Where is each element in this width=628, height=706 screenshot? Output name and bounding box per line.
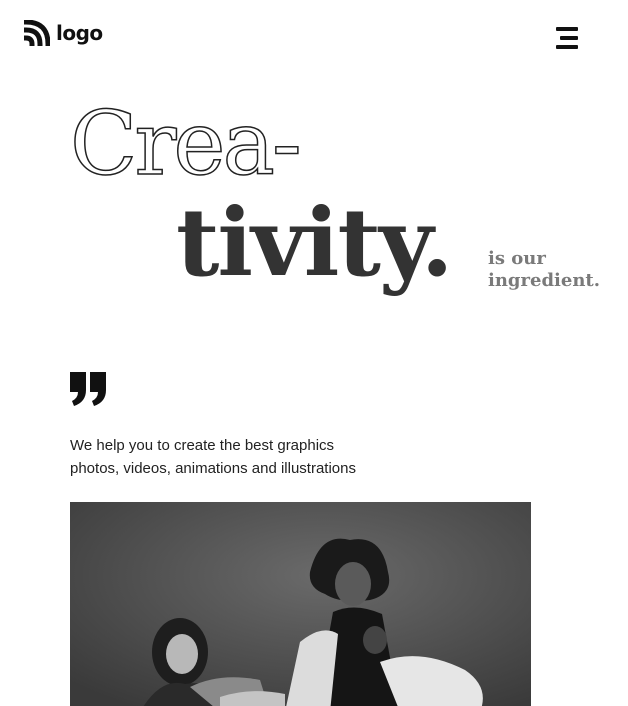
page: logo Crea- tivity. is our ingredient. We… [0, 0, 628, 706]
intro-text-line2: photos, videos, animations and illustrat… [70, 460, 356, 477]
hero-title-solid: tivity. [176, 188, 453, 298]
logo-text: logo [56, 21, 103, 45]
intro-text-line1: We help you to create the best graphics [70, 437, 335, 454]
intro-text: We help you to create the best graphics … [70, 434, 450, 480]
hero-tagline-line1: is our [488, 248, 546, 269]
hero-tagline-line2: ingredient. [488, 270, 600, 291]
logo[interactable]: logo [24, 19, 103, 47]
menu-bar-top [556, 27, 578, 31]
logo-mark-icon [24, 20, 50, 46]
menu-bar-middle [560, 36, 578, 40]
hero-tagline: is our ingredient. [488, 248, 618, 292]
hero-photo [70, 502, 531, 706]
quote-icon [70, 372, 108, 408]
hamburger-menu-icon[interactable] [554, 25, 582, 49]
hero-title-outline: Crea- [69, 92, 302, 195]
menu-bar-bottom [556, 45, 578, 49]
